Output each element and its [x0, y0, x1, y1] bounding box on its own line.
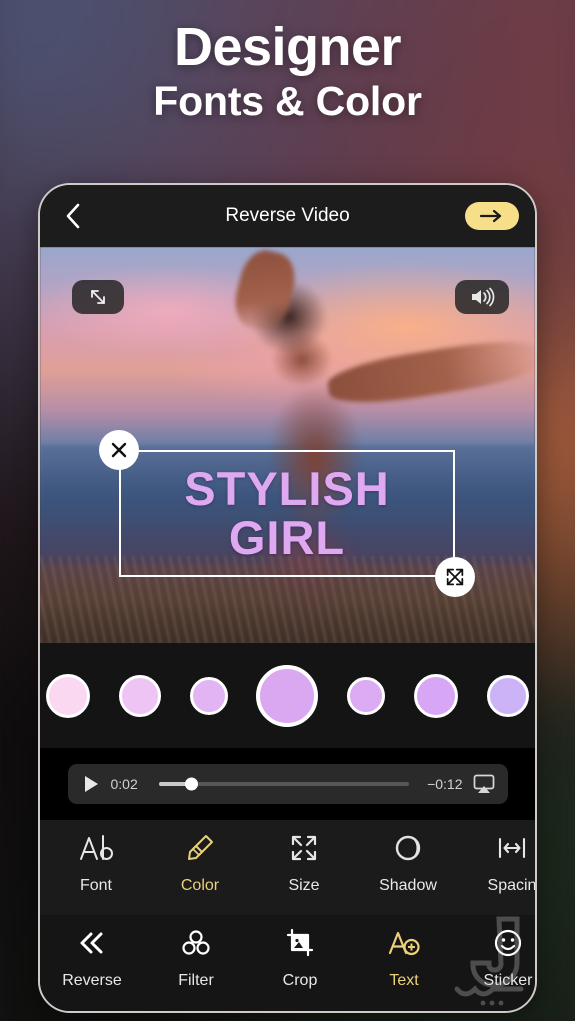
- arrow-right-icon: [479, 209, 502, 223]
- tool-label: Font: [79, 877, 112, 894]
- tool-font[interactable]: Font: [44, 832, 148, 905]
- shadow-circle-icon: [393, 832, 423, 864]
- seek-thumb[interactable]: [185, 777, 198, 791]
- color-swatch-selected[interactable]: [256, 664, 319, 727]
- page-title: Reverse Video: [225, 205, 350, 226]
- app-bar: Reverse Video: [40, 185, 535, 247]
- font-ab-icon: [79, 832, 113, 864]
- expand-arrows-icon: [289, 832, 319, 864]
- color-swatch[interactable]: [118, 674, 161, 717]
- tool-reverse[interactable]: Reverse: [40, 927, 144, 1005]
- export-next-button[interactable]: [465, 202, 519, 230]
- player-bar-wrapper: 0:02 −0:12: [40, 748, 535, 820]
- resize-text-handle[interactable]: [435, 557, 475, 597]
- back-button[interactable]: [56, 199, 90, 233]
- phone-mockup: Reverse Video STYLISH GIRL 0:02 −0:12 Fo…: [38, 183, 537, 1013]
- smiley-face-icon: [493, 927, 523, 959]
- color-swatch[interactable]: [189, 676, 228, 715]
- player-bar: 0:02 −0:12: [67, 764, 508, 804]
- three-circles-icon: [180, 927, 212, 959]
- tool-crop[interactable]: Crop: [248, 927, 352, 1005]
- color-swatch[interactable]: [414, 673, 459, 718]
- paint-brush-icon: [185, 832, 215, 864]
- tool-label: Text: [389, 972, 419, 989]
- color-swatch-strip[interactable]: [40, 643, 535, 748]
- resize-arrows-icon: [446, 568, 464, 586]
- promo-screenshot: Designer Fonts & Color Reverse Video STY…: [0, 0, 575, 1021]
- seek-slider[interactable]: [158, 777, 409, 791]
- promo-title-line2: Fonts & Color: [153, 78, 422, 125]
- chevron-left-icon: [66, 203, 80, 229]
- crop-image-icon: [285, 927, 315, 959]
- tool-sticker[interactable]: Sticker: [456, 927, 535, 1005]
- current-time-label: 0:02: [110, 776, 138, 792]
- tool-label: Filter: [178, 972, 214, 989]
- tool-label: Reverse: [62, 972, 122, 989]
- volume-button[interactable]: [455, 280, 509, 314]
- color-swatch[interactable]: [347, 676, 386, 715]
- close-x-icon: [111, 442, 127, 458]
- overlay-text-line2: GIRL: [228, 510, 346, 564]
- speaker-wave-icon: [472, 287, 495, 307]
- airplay-button[interactable]: [473, 774, 495, 794]
- fullscreen-toggle-button[interactable]: [72, 280, 124, 314]
- overlay-text-content: STYLISH GIRL: [121, 452, 453, 575]
- text-add-icon: [387, 927, 421, 959]
- play-icon: [84, 776, 98, 792]
- text-overlay-selection[interactable]: STYLISH GIRL: [99, 430, 475, 597]
- overlay-text-line1: STYLISH: [184, 461, 390, 515]
- color-swatch[interactable]: [46, 673, 90, 718]
- tool-label: Color: [180, 877, 220, 894]
- tool-shadow[interactable]: Shadow: [356, 832, 460, 905]
- color-swatch[interactable]: [486, 674, 529, 717]
- tool-label: Size: [288, 877, 320, 894]
- expand-diagonal-icon: [91, 290, 105, 304]
- tool-label: Crop: [282, 972, 318, 989]
- play-button[interactable]: [81, 774, 101, 794]
- tool-spacin[interactable]: Spacin: [460, 832, 535, 905]
- main-tools-row[interactable]: Reverse Filter Crop Text Sticker: [40, 915, 535, 1011]
- promo-title-line1: Designer: [173, 17, 402, 77]
- remaining-time-label: −0:12: [427, 776, 463, 792]
- airplay-icon: [473, 774, 494, 793]
- tool-color[interactable]: Color: [148, 832, 252, 905]
- tool-filter[interactable]: Filter: [144, 927, 248, 1005]
- promo-headline: Designer Fonts & Color: [0, 18, 575, 125]
- tool-label: Spacin: [487, 877, 535, 894]
- tool-text[interactable]: Text: [352, 927, 456, 1005]
- tool-label: Shadow: [379, 877, 437, 894]
- letter-spacing-icon: [496, 832, 528, 864]
- double-chevron-left-icon: [76, 927, 108, 959]
- delete-text-handle[interactable]: [99, 430, 139, 470]
- tool-label: Sticker: [483, 972, 533, 989]
- video-preview[interactable]: STYLISH GIRL: [40, 247, 535, 643]
- tool-size[interactable]: Size: [252, 832, 356, 905]
- text-tools-row[interactable]: Font Color Size Shadow Spacin: [40, 820, 535, 915]
